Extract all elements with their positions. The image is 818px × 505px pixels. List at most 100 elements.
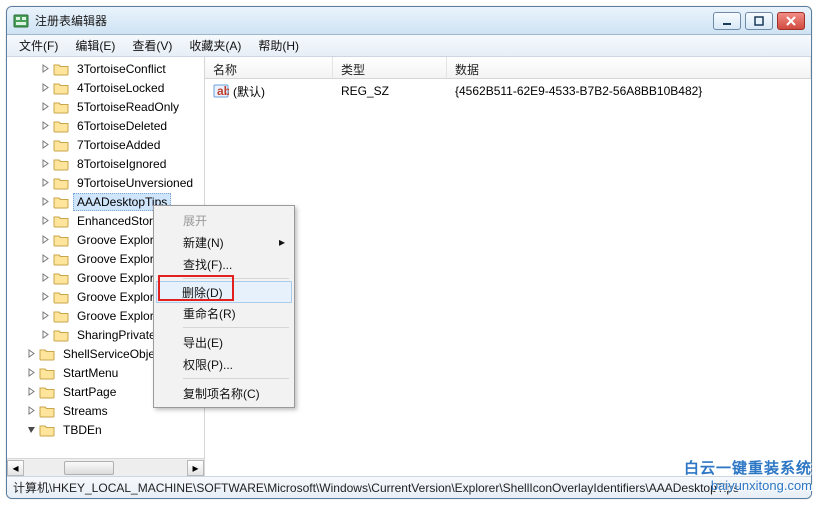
- folder-icon: [53, 214, 69, 228]
- menu-item-label: 复制项名称(C): [183, 385, 260, 402]
- expand-icon[interactable]: [39, 120, 51, 132]
- window-title: 注册表编辑器: [35, 12, 713, 29]
- menu-edit[interactable]: 编辑(E): [67, 35, 123, 56]
- statusbar-path: 计算机\HKEY_LOCAL_MACHINE\SOFTWARE\Microsof…: [7, 476, 811, 498]
- folder-icon: [53, 233, 69, 247]
- tree-item-label: StartPage: [59, 383, 120, 401]
- list-header: 名称 类型 数据: [205, 57, 811, 79]
- minimize-button[interactable]: [713, 12, 741, 30]
- app-icon: [13, 13, 29, 29]
- tree-item[interactable]: 4TortoiseLocked: [7, 78, 204, 97]
- tree-item-label: 9TortoiseUnversioned: [73, 174, 197, 192]
- folder-icon: [53, 328, 69, 342]
- submenu-arrow-icon: ▸: [279, 235, 285, 249]
- folder-icon: [53, 195, 69, 209]
- tree-item[interactable]: 6TortoiseDeleted: [7, 116, 204, 135]
- tree-item[interactable]: 8TortoiseIgnored: [7, 154, 204, 173]
- expand-icon[interactable]: [25, 386, 37, 398]
- tree-item-label: 3TortoiseConflict: [73, 60, 170, 78]
- tree-item[interactable]: 7TortoiseAdded: [7, 135, 204, 154]
- expand-icon[interactable]: [39, 63, 51, 75]
- tree-item-label: TBDEn: [59, 421, 106, 439]
- scroll-right-arrow[interactable]: ▸: [187, 460, 204, 476]
- maximize-button[interactable]: [745, 12, 773, 30]
- folder-icon: [39, 366, 55, 380]
- tree-item-label: 4TortoiseLocked: [73, 79, 168, 97]
- scroll-left-arrow[interactable]: ◂: [7, 460, 24, 476]
- close-button[interactable]: [777, 12, 805, 30]
- tree-item[interactable]: TBDEn: [7, 420, 204, 439]
- svg-text:ab: ab: [217, 84, 229, 98]
- menu-help[interactable]: 帮助(H): [250, 35, 307, 56]
- expand-icon[interactable]: [39, 158, 51, 170]
- context-menu-item: 展开: [157, 209, 291, 231]
- tree-item-label: 6TortoiseDeleted: [73, 117, 171, 135]
- titlebar[interactable]: 注册表编辑器: [7, 7, 811, 35]
- expand-icon[interactable]: [39, 310, 51, 322]
- context-menu-item[interactable]: 导出(E): [157, 331, 291, 353]
- folder-icon: [53, 252, 69, 266]
- folder-icon: [53, 176, 69, 190]
- list-body[interactable]: ab (默认) REG_SZ {4562B511-62E9-4533-B7B2-…: [205, 79, 811, 476]
- menu-item-label: 权限(P)...: [183, 356, 233, 373]
- context-menu-item[interactable]: 新建(N) ▸: [157, 231, 291, 253]
- expand-icon[interactable]: [39, 82, 51, 94]
- expand-icon[interactable]: [39, 329, 51, 341]
- expand-icon[interactable]: [39, 139, 51, 151]
- tree-item-label: 5TortoiseReadOnly: [73, 98, 183, 116]
- menu-separator: [183, 378, 289, 379]
- col-header-type[interactable]: 类型: [333, 57, 447, 78]
- tree-item[interactable]: 9TortoiseUnversioned: [7, 173, 204, 192]
- tree-item-label: ShellServiceObje: [59, 345, 159, 363]
- expand-icon[interactable]: [39, 215, 51, 227]
- menu-item-label: 导出(E): [183, 334, 223, 351]
- menu-favorites[interactable]: 收藏夹(A): [181, 35, 249, 56]
- expand-icon[interactable]: [39, 177, 51, 189]
- col-header-name[interactable]: 名称: [205, 57, 333, 78]
- folder-icon: [39, 385, 55, 399]
- tree-item-label: 7TortoiseAdded: [73, 136, 164, 154]
- menubar: 文件(F) 编辑(E) 查看(V) 收藏夹(A) 帮助(H): [7, 35, 811, 57]
- expand-icon[interactable]: [25, 405, 37, 417]
- menu-item-label: 删除(D): [182, 284, 223, 301]
- tree-item-label: Groove Explor: [73, 231, 158, 249]
- expand-icon[interactable]: [39, 291, 51, 303]
- menu-file[interactable]: 文件(F): [11, 35, 66, 56]
- tree-horizontal-scrollbar[interactable]: ◂ ▸: [7, 458, 204, 476]
- menu-view[interactable]: 查看(V): [124, 35, 180, 56]
- tree-item[interactable]: 3TortoiseConflict: [7, 59, 204, 78]
- value-type: REG_SZ: [333, 84, 447, 98]
- collapse-icon[interactable]: [25, 424, 37, 436]
- value-list-pane: 名称 类型 数据 ab (默认) REG_SZ {4562B511-62E9-4…: [205, 57, 811, 476]
- tree-item-label: Groove Explor: [73, 288, 158, 306]
- folder-icon: [53, 119, 69, 133]
- client-area: 3TortoiseConflict4TortoiseLocked5Tortois…: [7, 57, 811, 476]
- col-header-data[interactable]: 数据: [447, 57, 811, 78]
- expand-icon[interactable]: [39, 196, 51, 208]
- context-menu-item[interactable]: 删除(D): [156, 281, 292, 303]
- context-menu: 展开新建(N) ▸ 查找(F)... 删除(D)重命名(R) 导出(E) 权限(P)...…: [153, 205, 295, 408]
- expand-icon[interactable]: [25, 367, 37, 379]
- expand-icon[interactable]: [25, 348, 37, 360]
- value-name: (默认): [233, 83, 265, 100]
- expand-icon[interactable]: [39, 101, 51, 113]
- tree-item[interactable]: 5TortoiseReadOnly: [7, 97, 204, 116]
- folder-icon: [53, 271, 69, 285]
- string-value-icon: ab: [213, 83, 229, 99]
- menu-separator: [183, 327, 289, 328]
- scrollbar-thumb[interactable]: [64, 461, 114, 475]
- context-menu-item[interactable]: 重命名(R): [157, 302, 291, 324]
- tree-item-label: SharingPrivate: [73, 326, 160, 344]
- expand-icon[interactable]: [39, 234, 51, 246]
- value-row[interactable]: ab (默认) REG_SZ {4562B511-62E9-4533-B7B2-…: [205, 81, 811, 101]
- expand-icon[interactable]: [39, 253, 51, 265]
- folder-icon: [53, 157, 69, 171]
- context-menu-item[interactable]: 查找(F)...: [157, 253, 291, 275]
- expand-icon[interactable]: [39, 272, 51, 284]
- context-menu-item[interactable]: 权限(P)...: [157, 353, 291, 375]
- folder-icon: [53, 309, 69, 323]
- menu-item-label: 新建(N): [183, 234, 224, 251]
- folder-icon: [39, 423, 55, 437]
- context-menu-item[interactable]: 复制项名称(C): [157, 382, 291, 404]
- folder-icon: [39, 404, 55, 418]
